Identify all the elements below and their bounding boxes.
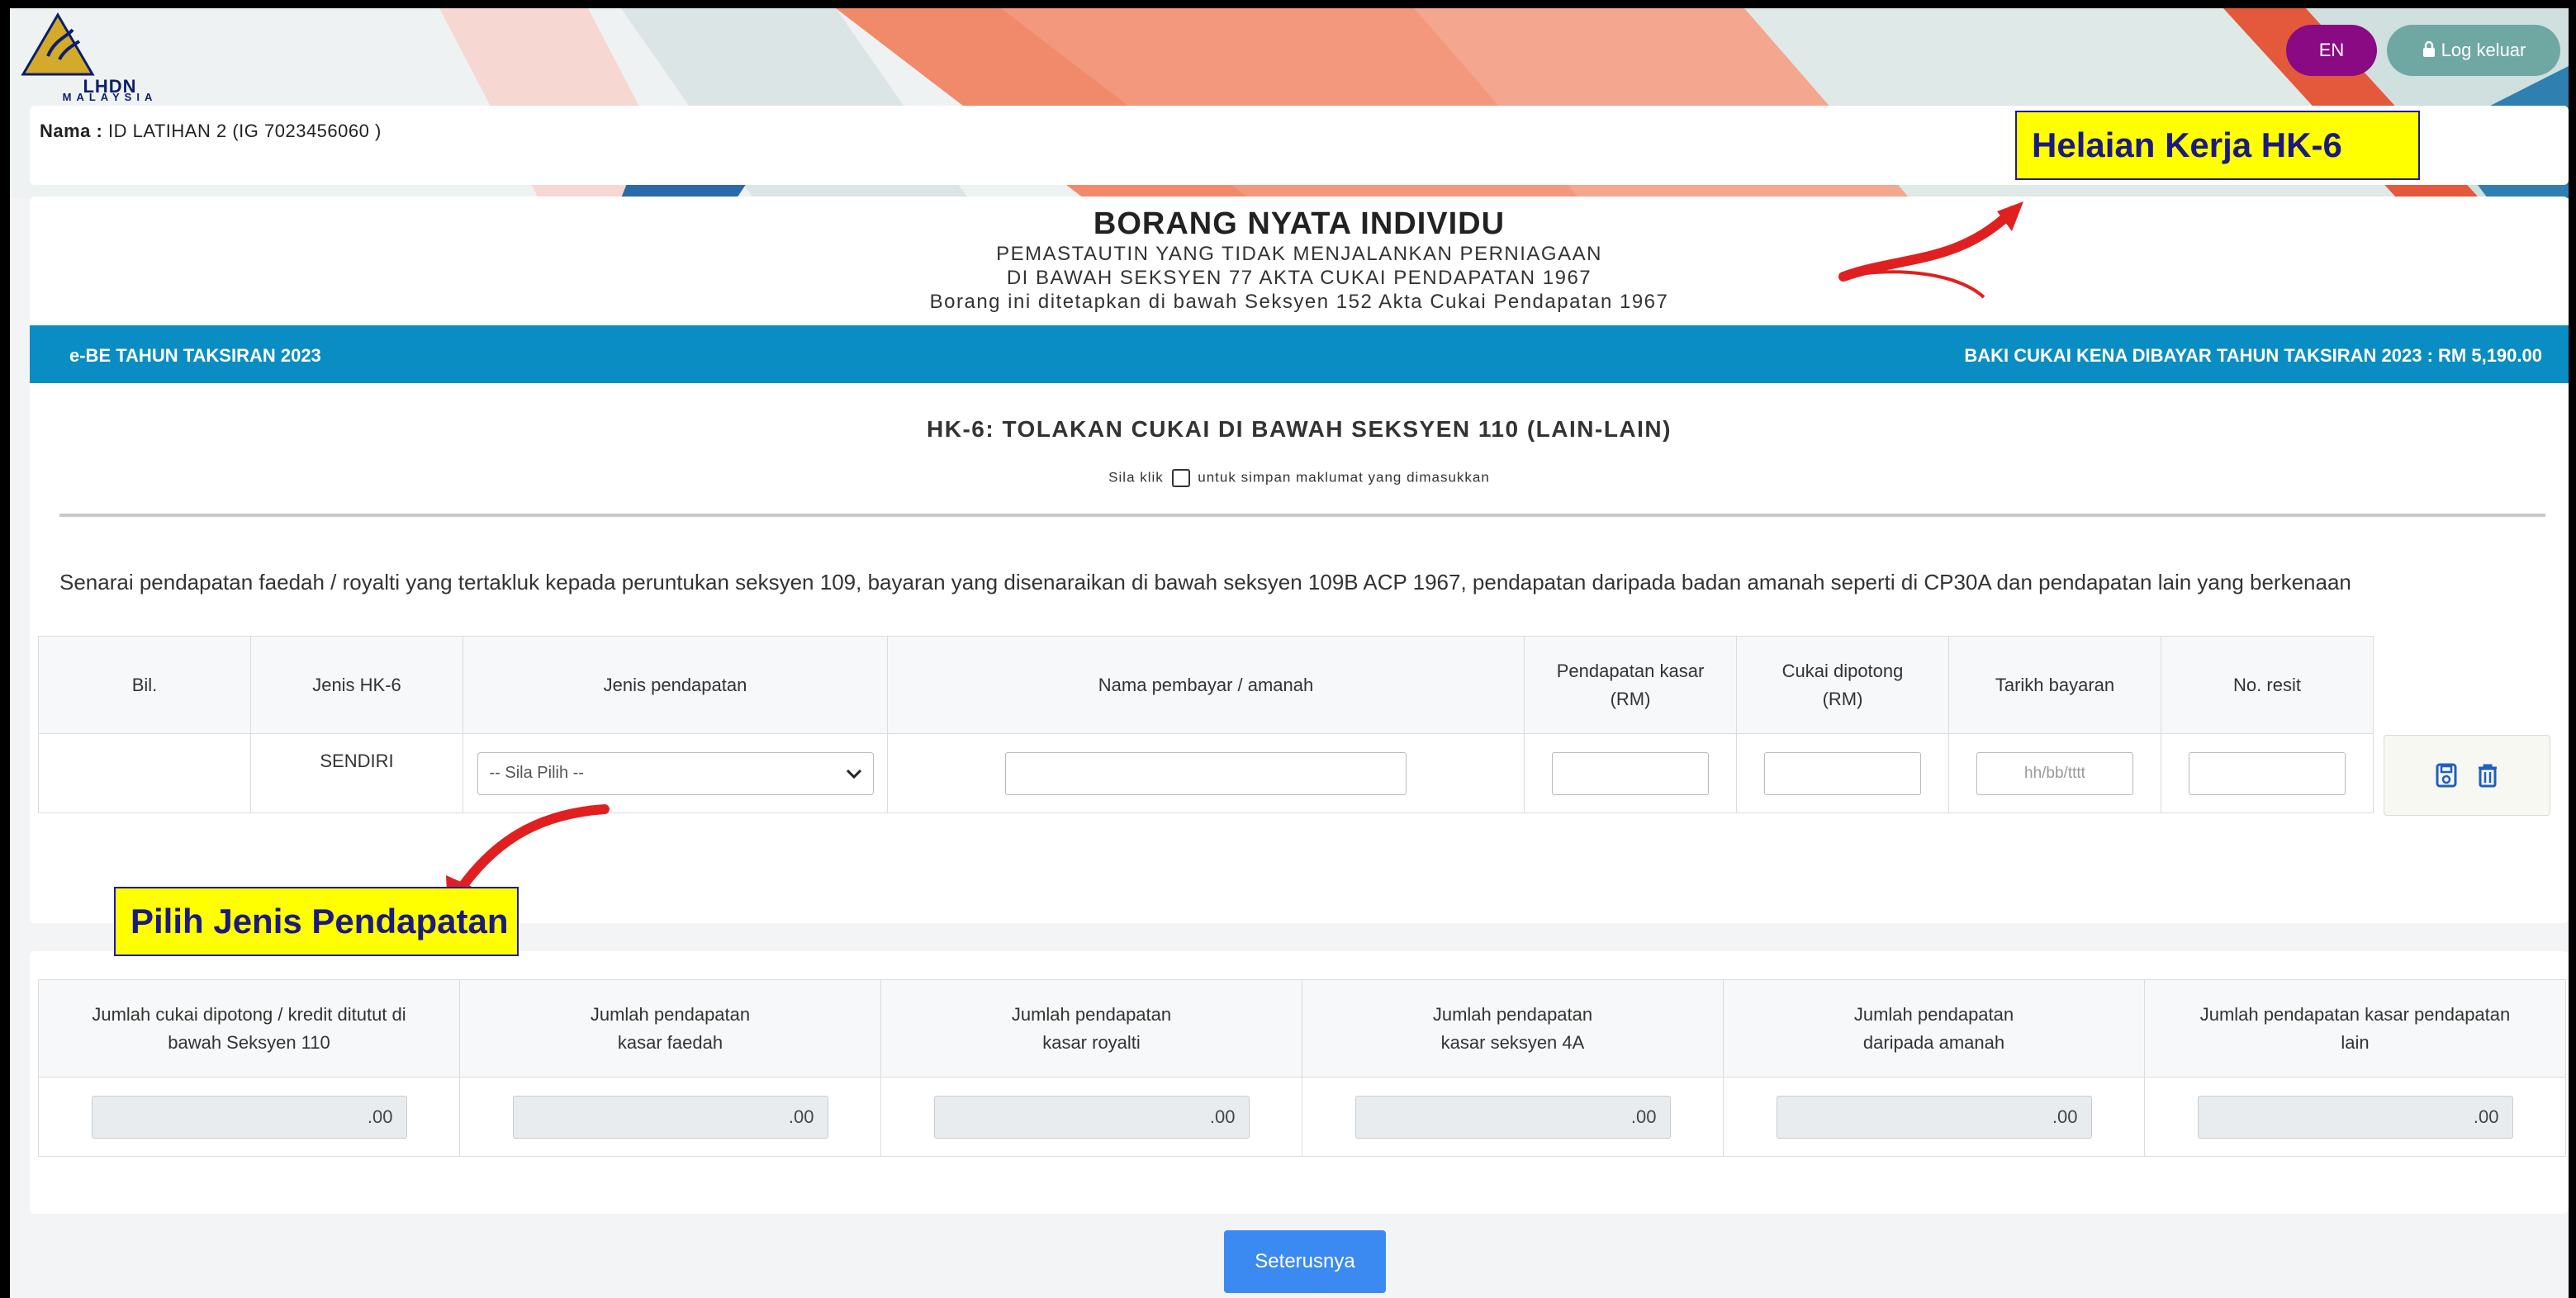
logo-subtext: MALAYSIA bbox=[62, 91, 158, 103]
save-hint: Sila klik untuk simpan maklumat yang dim… bbox=[30, 469, 2569, 487]
hint-after: untuk simpan maklumat yang dimasukkan bbox=[1198, 469, 1490, 486]
form-subtitle-2: DI BAWAH SEKSYEN 77 AKTA CUKAI PENDAPATA… bbox=[1006, 267, 1592, 289]
cell-no-resit bbox=[2161, 733, 2374, 813]
callout-select-income: Pilih Jenis Pendapatan bbox=[114, 887, 519, 956]
total-header-seksyen-4a: Jumlah pendapatan kasar seksyen 4A bbox=[1302, 979, 1724, 1078]
total-kredit-field: .00 bbox=[91, 1095, 407, 1139]
table-row: SENDIRI -- Sila Pilih -- hh/bb/tttt bbox=[38, 733, 2374, 813]
row-actions bbox=[2384, 735, 2550, 816]
total-cell: .00 bbox=[459, 1077, 881, 1157]
app-window: LHDN MALAYSIA EN Log keluar Nama : ID LA… bbox=[10, 8, 2569, 1298]
table-header-row: Bil. Jenis HK-6 Jenis pendapatan Nama pe… bbox=[38, 636, 2374, 734]
income-type-select[interactable]: -- Sila Pilih -- bbox=[477, 751, 874, 795]
next-button[interactable]: Seterusnya bbox=[1224, 1230, 1386, 1293]
totals-header-row: Jumlah cukai dipotong / kredit ditutut d… bbox=[38, 979, 2566, 1078]
assessment-bar: e-BE TAHUN TAKSIRAN 2023 BAKI CUKAI KENA… bbox=[30, 325, 2569, 383]
section-description: Senarai pendapatan faedah / royalti yang… bbox=[59, 570, 2351, 595]
cell-pendapatan-kasar bbox=[1524, 733, 1737, 813]
logout-label: Log keluar bbox=[2441, 40, 2526, 60]
user-name-label: Nama : bbox=[40, 121, 103, 141]
total-cell: .00 bbox=[1302, 1077, 1724, 1157]
total-seksyen-4a-field: .00 bbox=[1354, 1095, 1671, 1139]
col-header-jenis-pendapatan: Jenis pendapatan bbox=[463, 636, 888, 734]
total-header-royalti: Jumlah pendapatan kasar royalti bbox=[880, 979, 1302, 1078]
divider bbox=[59, 514, 2545, 517]
save-icon bbox=[1171, 469, 1190, 487]
user-name: Nama : ID LATIHAN 2 (IG 7023456060 ) bbox=[40, 121, 382, 142]
tax-balance: BAKI CUKAI KENA DIBAYAR TAHUN TAKSIRAN 2… bbox=[1964, 345, 2542, 366]
assessment-year: e-BE TAHUN TAKSIRAN 2023 bbox=[69, 345, 321, 366]
income-entry-table: Bil. Jenis HK-6 Jenis pendapatan Nama pe… bbox=[38, 636, 2374, 813]
form-subtitle-3: Borang ini ditetapkan di bawah Seksyen 1… bbox=[929, 291, 1669, 313]
cell-tarikh-bayaran: hh/bb/tttt bbox=[1948, 733, 2161, 813]
col-header-bil: Bil. bbox=[38, 636, 251, 734]
lock-icon bbox=[2422, 40, 2435, 57]
form-title: BORANG NYATA INDIVIDU bbox=[1093, 206, 1506, 241]
col-header-tarikh-bayaran: Tarikh bayaran bbox=[1948, 636, 2161, 734]
total-header-amanah: Jumlah pendapatan daripada amanah bbox=[1723, 979, 2145, 1078]
total-cell: .00 bbox=[38, 1077, 460, 1157]
annotation-arrow-icon bbox=[1838, 201, 2023, 299]
save-icon[interactable] bbox=[2436, 763, 2457, 788]
col-header-no-resit: No. resit bbox=[2161, 636, 2374, 734]
col-header-cukai-dipotong: Cukai dipotong (RM) bbox=[1736, 636, 1949, 734]
cell-bil bbox=[38, 733, 251, 813]
hint-before: Sila klik bbox=[1108, 469, 1164, 486]
total-header-kredit: Jumlah cukai dipotong / kredit ditutut d… bbox=[38, 979, 460, 1078]
form-subtitle-1: PEMASTAUTIN YANG TIDAK MENJALANKAN PERNI… bbox=[996, 243, 1602, 265]
totals-value-row: .00 .00 .00 .00 .00 .00 bbox=[38, 1077, 2566, 1157]
callout-worksheet: Helaian Kerja HK-6 bbox=[2015, 111, 2420, 180]
receipt-number-input[interactable] bbox=[2189, 751, 2346, 795]
tax-deducted-input[interactable] bbox=[1764, 751, 1921, 795]
language-button[interactable]: EN bbox=[2286, 25, 2377, 76]
total-header-faedah: Jumlah pendapatan kasar faedah bbox=[459, 979, 881, 1078]
cell-nama-pembayar bbox=[887, 733, 1525, 813]
user-name-value: ID LATIHAN 2 (IG 7023456060 ) bbox=[107, 121, 382, 141]
total-lain-field: .00 bbox=[2197, 1095, 2513, 1139]
total-cell: .00 bbox=[880, 1077, 1302, 1157]
total-cell: .00 bbox=[1723, 1077, 2145, 1157]
total-faedah-field: .00 bbox=[512, 1095, 828, 1139]
total-amanah-field: .00 bbox=[1776, 1095, 2092, 1139]
logout-button[interactable]: Log keluar bbox=[2387, 25, 2560, 76]
total-royalti-field: .00 bbox=[933, 1095, 1250, 1139]
total-cell: .00 bbox=[2144, 1077, 2566, 1157]
payment-date-input[interactable]: hh/bb/tttt bbox=[1976, 751, 2133, 795]
form-title-block: BORANG NYATA INDIVIDU PEMASTAUTIN YANG T… bbox=[30, 206, 2569, 314]
col-header-jenis-hk6: Jenis HK-6 bbox=[250, 636, 463, 734]
cell-cukai-dipotong bbox=[1736, 733, 1949, 813]
chevron-down-icon bbox=[846, 769, 861, 779]
gross-income-input[interactable] bbox=[1552, 751, 1709, 795]
col-header-nama-pembayar: Nama pembayar / amanah bbox=[887, 636, 1525, 734]
payer-name-input[interactable] bbox=[1005, 751, 1407, 795]
trash-icon[interactable] bbox=[2477, 763, 2498, 788]
col-header-pendapatan-kasar: Pendapatan kasar (RM) bbox=[1524, 636, 1737, 734]
total-header-lain: Jumlah pendapatan kasar pendapatan lain bbox=[2144, 979, 2566, 1078]
income-type-selected: -- Sila Pilih -- bbox=[489, 764, 584, 782]
totals-table: Jumlah cukai dipotong / kredit ditutut d… bbox=[38, 979, 2566, 1157]
section-title: HK-6: TOLAKAN CUKAI DI BAWAH SEKSYEN 110… bbox=[927, 416, 1672, 442]
